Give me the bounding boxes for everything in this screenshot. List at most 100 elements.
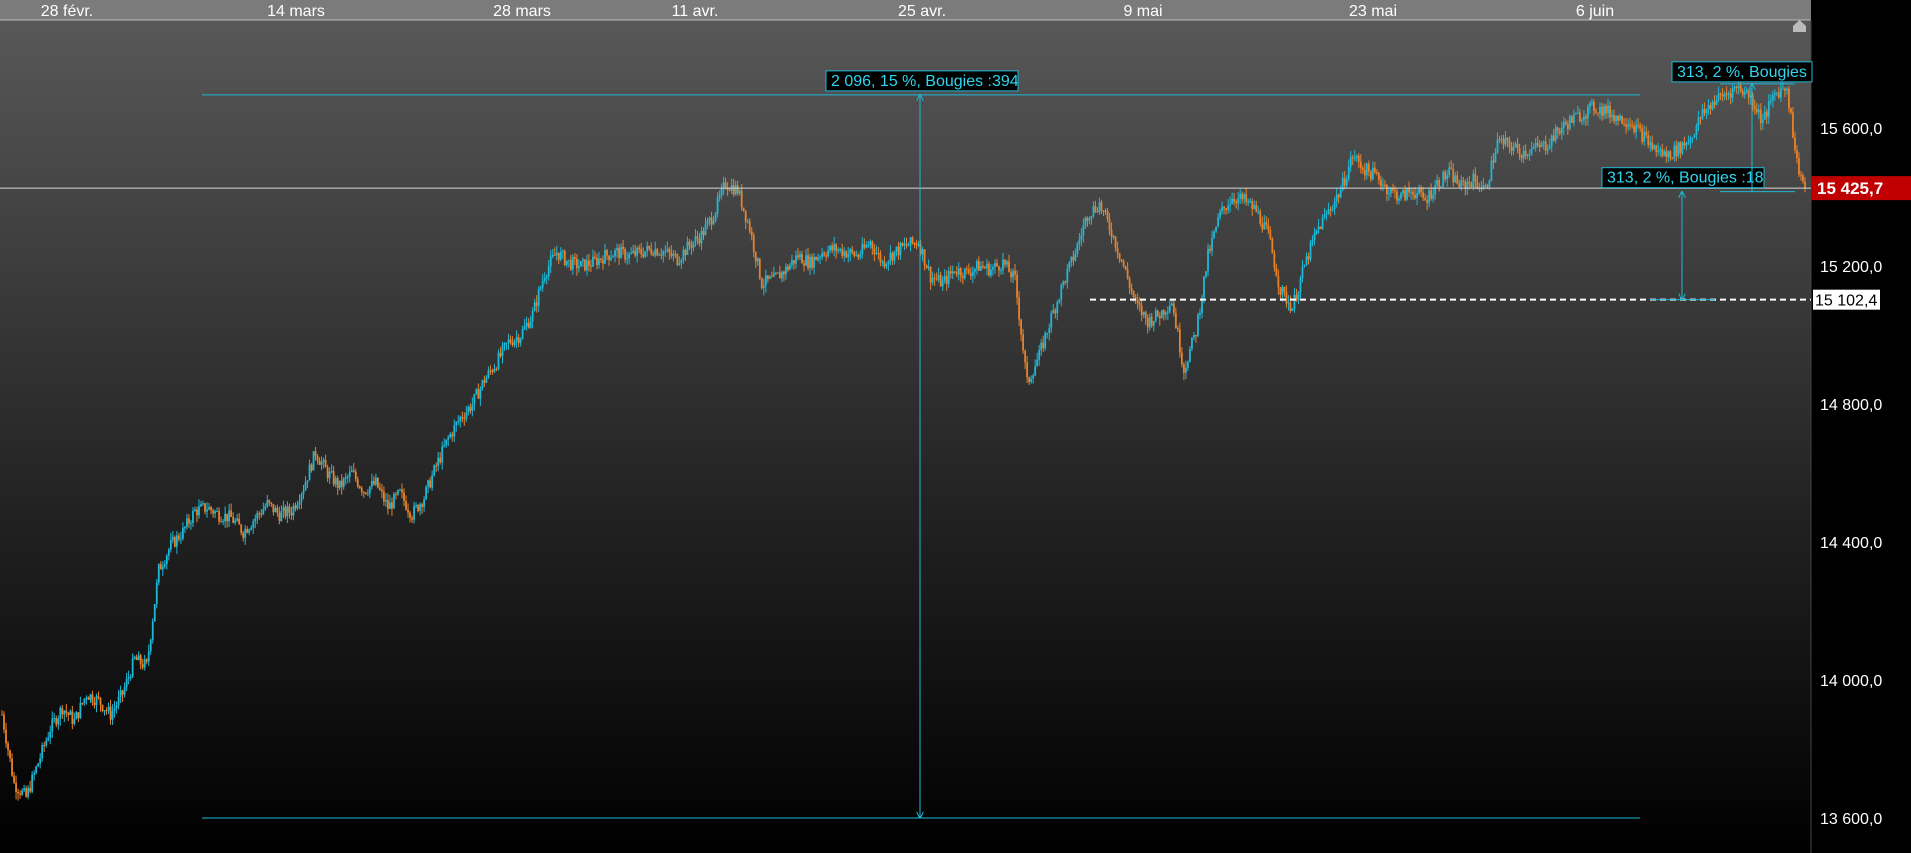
candle-body [282, 506, 285, 512]
candle-body [489, 370, 492, 372]
candle-body [877, 252, 880, 254]
candle-body [740, 190, 743, 208]
candle-body [439, 457, 442, 463]
candle-body [1209, 248, 1211, 251]
x-tick-label: 9 mai [1123, 3, 1162, 20]
candle-body [1783, 88, 1786, 91]
candle-body [1741, 90, 1744, 95]
candle-body [1516, 143, 1519, 149]
candle-body [1221, 206, 1223, 212]
candle-body [1030, 378, 1033, 382]
candle-body [1633, 125, 1636, 133]
candle-body [821, 253, 823, 258]
candle-body [610, 257, 612, 260]
candle-body [1444, 171, 1447, 180]
candle-body [1006, 261, 1008, 265]
candle-body [1504, 137, 1507, 145]
candle-body [1697, 117, 1700, 126]
candle-body [1373, 167, 1376, 173]
candle-body [807, 255, 809, 269]
candle-body [1000, 270, 1002, 272]
candle-body [1178, 329, 1181, 353]
candle-body [1176, 328, 1179, 330]
candle-body [423, 499, 426, 507]
candle-body [652, 253, 655, 256]
candlestick-chart[interactable]: 28 févr. 14 mars 28 mars 11 avr. 25 avr.… [0, 0, 1911, 853]
candle-body [1247, 201, 1250, 203]
candle-body [1518, 148, 1521, 155]
candle-body [139, 655, 142, 665]
candle-body [690, 245, 693, 248]
candle-body [979, 266, 982, 271]
candle-body [1488, 180, 1491, 187]
candle-body [370, 480, 373, 487]
candle-body [65, 710, 68, 713]
candle-body [161, 566, 164, 570]
candle-body [248, 529, 251, 533]
candle-body [1070, 256, 1073, 263]
candle-body [841, 248, 844, 256]
candle-body [169, 540, 172, 550]
measure-label: 313, 2 %, Bougies [1677, 64, 1807, 81]
candle-body [1715, 99, 1718, 105]
candle-body [413, 505, 415, 520]
candle-body [1786, 88, 1788, 91]
candle-body [41, 745, 44, 759]
candle-body [1733, 87, 1736, 89]
candle-body [1130, 287, 1133, 292]
candle-body [805, 255, 807, 266]
candle-body [113, 708, 116, 712]
candle-body [1331, 208, 1334, 210]
candle-body [1339, 189, 1342, 198]
candle-body [1794, 137, 1796, 151]
candle-body [857, 254, 860, 258]
candle-body [594, 256, 596, 259]
candle-body [310, 464, 313, 471]
candle-body [27, 787, 30, 797]
candle-body [55, 717, 58, 725]
candle-body [1474, 173, 1477, 182]
candle-body [1281, 286, 1284, 295]
candle-body [198, 506, 200, 516]
candle-body [704, 224, 707, 235]
candle-body [766, 275, 769, 279]
candle-body [1582, 116, 1585, 121]
candle-body [1745, 90, 1748, 92]
candle-body [634, 250, 637, 256]
candle-body [177, 535, 180, 540]
candle-body [1530, 148, 1533, 154]
candle-body [817, 257, 819, 261]
candle-body [835, 244, 838, 252]
candle-body [624, 249, 627, 260]
candle-body [521, 329, 524, 339]
candle-body [620, 246, 622, 259]
candle-body [300, 494, 303, 502]
candle-body [362, 491, 365, 493]
candle-body [145, 659, 148, 662]
candle-body [1086, 217, 1089, 221]
candle-body [1072, 256, 1075, 261]
candle-body [1355, 155, 1358, 158]
candle-body [1365, 163, 1368, 176]
candle-body [1790, 108, 1792, 113]
candle-body [1542, 141, 1545, 144]
candle-body [294, 505, 297, 509]
candle-body [194, 509, 196, 512]
candle-body [47, 737, 50, 741]
candle-body [403, 492, 405, 501]
candle-body [1769, 100, 1772, 102]
candle-body [212, 510, 214, 514]
candle-body [429, 480, 432, 488]
candle-body [1534, 143, 1537, 147]
x-tick-label: 6 juin [1576, 3, 1614, 20]
candle-body [1589, 103, 1591, 107]
candle-body [581, 259, 584, 262]
candle-body [1243, 194, 1246, 200]
candle-body [304, 482, 307, 491]
candle-body [957, 268, 960, 275]
candle-body [473, 394, 476, 405]
candle-body [1237, 198, 1240, 204]
candle-body [1100, 202, 1103, 211]
candle-body [517, 337, 520, 343]
candle-body [1205, 271, 1207, 277]
